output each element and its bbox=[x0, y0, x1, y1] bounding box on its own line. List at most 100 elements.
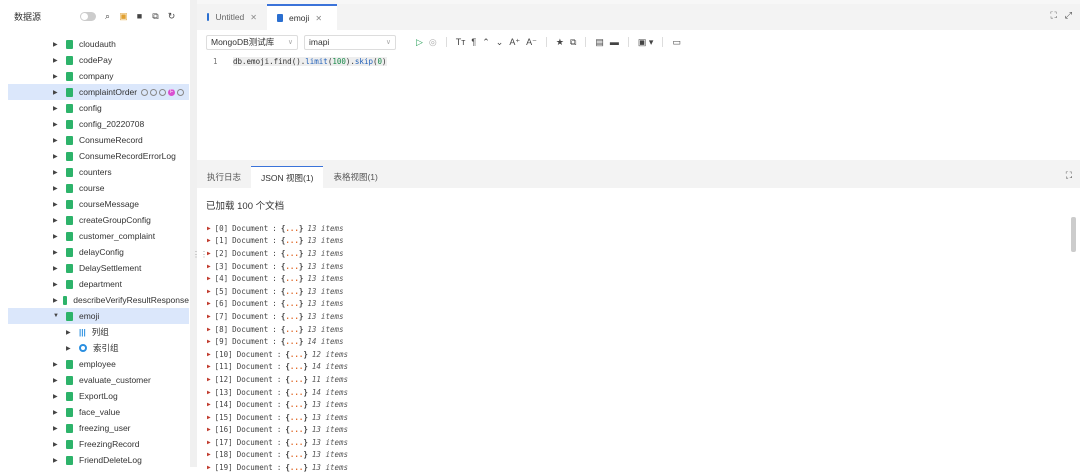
folder-icon[interactable]: ■ bbox=[135, 11, 144, 21]
fullscreen-icon[interactable]: ⛶ bbox=[1058, 170, 1080, 188]
copy-icon[interactable]: ⧉ bbox=[151, 11, 160, 22]
tree-item[interactable]: ▶ department bbox=[8, 276, 189, 292]
collection-select[interactable]: imapi ∨ bbox=[304, 34, 396, 50]
sidebar-resize-handle[interactable] bbox=[190, 0, 197, 467]
document-row[interactable]: ▶ [6] Document: {...} 13 items bbox=[207, 298, 1080, 311]
edit-icon[interactable] bbox=[177, 88, 185, 96]
tree-item[interactable]: ▶ ConsumeRecordErrorLog bbox=[8, 148, 189, 164]
expand-icon[interactable]: ⌄ bbox=[496, 37, 504, 48]
panel-resize-handle[interactable] bbox=[197, 160, 1080, 164]
caret-right-icon[interactable]: ▶ bbox=[207, 389, 211, 396]
caret-right-icon[interactable]: ▶ bbox=[207, 451, 211, 458]
caret-right-icon[interactable]: ▶ bbox=[207, 401, 211, 408]
caret-right-icon[interactable]: ▶ bbox=[53, 265, 61, 272]
caret-right-icon[interactable]: ▶ bbox=[53, 441, 61, 448]
caret-right-icon[interactable]: ▶ bbox=[53, 281, 61, 288]
tree-item[interactable]: ▶ config_20220708 bbox=[8, 116, 189, 132]
tree-item[interactable]: ▶ face_value bbox=[8, 404, 189, 420]
document-row[interactable]: ▶ [4] Document: {...} 13 items bbox=[207, 272, 1080, 285]
tab-execution-log[interactable]: 执行日志 bbox=[197, 166, 251, 188]
caret-right-icon[interactable]: ▶ bbox=[53, 185, 61, 192]
document-row[interactable]: ▶ [11] Document: {...} 14 items bbox=[207, 361, 1080, 374]
font-decrease-icon[interactable]: A⁻ bbox=[526, 37, 537, 48]
scrollbar[interactable] bbox=[1071, 217, 1076, 252]
open-folder-icon[interactable]: ▬ bbox=[610, 37, 619, 47]
caret-right-icon[interactable]: ▶ bbox=[53, 297, 58, 304]
caret-right-icon[interactable]: ▶ bbox=[53, 105, 61, 112]
caret-right-icon[interactable]: ▶ bbox=[207, 313, 211, 320]
tab-json-view[interactable]: JSON 视图(1) bbox=[251, 166, 324, 188]
document-row[interactable]: ▶ [18] Document: {...} 13 items bbox=[207, 449, 1080, 462]
code-editor[interactable]: 1 db.emoji.find().limit(100).skip(0) bbox=[197, 54, 1080, 160]
tree-item[interactable]: ▶ ConsumeRecord bbox=[8, 132, 189, 148]
split-icon[interactable]: ⛶ bbox=[1050, 10, 1056, 21]
caret-right-icon[interactable]: ▶ bbox=[207, 263, 211, 270]
caret-right-icon[interactable]: ▶ bbox=[53, 137, 61, 144]
caret-right-icon[interactable]: ▶ bbox=[207, 376, 211, 383]
caret-right-icon[interactable]: ▶ bbox=[53, 457, 61, 464]
caret-right-icon[interactable]: ▶ bbox=[53, 393, 61, 400]
query-icon[interactable]: ▣ bbox=[119, 11, 128, 22]
caret-right-icon[interactable]: ▶ bbox=[53, 169, 61, 176]
caret-right-icon[interactable]: ▶ bbox=[207, 326, 211, 333]
document-row[interactable]: ▶ [19] Document: {...} 13 items bbox=[207, 461, 1080, 474]
format-painter-icon[interactable]: ¶ bbox=[471, 37, 476, 47]
tree-item[interactable]: ▶ cloudauth bbox=[8, 36, 189, 52]
tree-item[interactable]: ▶ codePay bbox=[8, 52, 189, 68]
database-select[interactable]: MongoDB测试库 ∨ bbox=[206, 34, 298, 50]
tree-item[interactable]: ▶ employee bbox=[8, 356, 189, 372]
document-row[interactable]: ▶ [5] Document: {...} 13 items bbox=[207, 285, 1080, 298]
run-icon[interactable]: ▷ bbox=[416, 37, 423, 48]
caret-right-icon[interactable]: ▶ bbox=[53, 249, 61, 256]
caret-right-icon[interactable]: ▶ bbox=[53, 409, 61, 416]
search-icon[interactable]: ⌕ bbox=[103, 11, 112, 22]
function-icon[interactable]: F bbox=[168, 88, 176, 96]
caret-right-icon[interactable]: ▶ bbox=[207, 300, 211, 307]
tab-untitled[interactable]: Untitled ✕ bbox=[197, 4, 267, 30]
close-icon[interactable]: ✕ bbox=[315, 14, 322, 23]
caret-right-icon[interactable]: ▶ bbox=[207, 439, 211, 446]
caret-right-icon[interactable]: ▶ bbox=[207, 338, 211, 345]
caret-right-icon[interactable]: ▶ bbox=[207, 363, 211, 370]
tree-item[interactable]: ▶ customer_complaint bbox=[8, 228, 189, 244]
document-row[interactable]: ▶ [8] Document: {...} 13 items bbox=[207, 323, 1080, 336]
tree-item[interactable]: ▶ describeVerifyResultResponse bbox=[8, 292, 189, 308]
tree-item[interactable]: ▶ delayConfig bbox=[8, 244, 189, 260]
document-row[interactable]: ▶ [3] Document: {...} 13 items bbox=[207, 260, 1080, 273]
font-increase-icon[interactable]: A⁺ bbox=[509, 37, 520, 48]
tree-item[interactable]: ▶ DelaySettlement bbox=[8, 260, 189, 276]
document-row[interactable]: ▶ [9] Document: {...} 14 items bbox=[207, 335, 1080, 348]
document-row[interactable]: ▶ [10] Document: {...} 12 items bbox=[207, 348, 1080, 361]
caret-right-icon[interactable]: ▶ bbox=[207, 250, 211, 257]
tree-item[interactable]: ▶ freezing_user bbox=[8, 420, 189, 436]
tree-item[interactable]: ▶ config bbox=[8, 100, 189, 116]
caret-right-icon[interactable]: ▶ bbox=[207, 351, 211, 358]
copy-icon[interactable]: ⧉ bbox=[570, 37, 576, 48]
caret-down-icon[interactable]: ▼ bbox=[53, 313, 61, 319]
tree-item[interactable]: ▶ FriendDeleteLog bbox=[8, 452, 189, 468]
history-icon[interactable]: ▤ bbox=[595, 37, 604, 48]
document-row[interactable]: ▶ [16] Document: {...} 13 items bbox=[207, 424, 1080, 437]
tree-item[interactable]: ▶ ||| 列组 bbox=[8, 324, 189, 340]
document-row[interactable]: ▶ [14] Document: {...} 13 items bbox=[207, 398, 1080, 411]
caret-right-icon[interactable]: ▶ bbox=[53, 233, 61, 240]
monitor-icon[interactable]: ▭ bbox=[672, 37, 681, 48]
tree-item[interactable]: ▶ ExportLog bbox=[8, 388, 189, 404]
collapse-icon[interactable]: ⌃ bbox=[482, 37, 490, 48]
tree-item[interactable]: ▶ FreezingRecord bbox=[8, 436, 189, 452]
tree-item[interactable]: ▶ createGroupConfig bbox=[8, 212, 189, 228]
save-icon[interactable]: ▣ ▾ bbox=[638, 37, 654, 48]
caret-right-icon[interactable]: ▶ bbox=[53, 41, 61, 48]
play-icon[interactable] bbox=[150, 88, 158, 96]
caret-right-icon[interactable]: ▶ bbox=[66, 345, 74, 352]
info-icon[interactable] bbox=[159, 88, 167, 96]
document-row[interactable]: ▶ [12] Document: {...} 11 items bbox=[207, 373, 1080, 386]
caret-right-icon[interactable]: ▶ bbox=[66, 329, 74, 336]
caret-right-icon[interactable]: ▶ bbox=[53, 361, 61, 368]
caret-right-icon[interactable]: ▶ bbox=[53, 217, 61, 224]
info-icon[interactable] bbox=[141, 88, 149, 96]
tree-item[interactable]: ▶ company bbox=[8, 68, 189, 84]
tree-item[interactable]: ▶ complaintOrder F bbox=[8, 84, 189, 100]
document-row[interactable]: ▶ [2] Document: {...} 13 items bbox=[207, 247, 1080, 260]
caret-right-icon[interactable]: ▶ bbox=[53, 201, 61, 208]
